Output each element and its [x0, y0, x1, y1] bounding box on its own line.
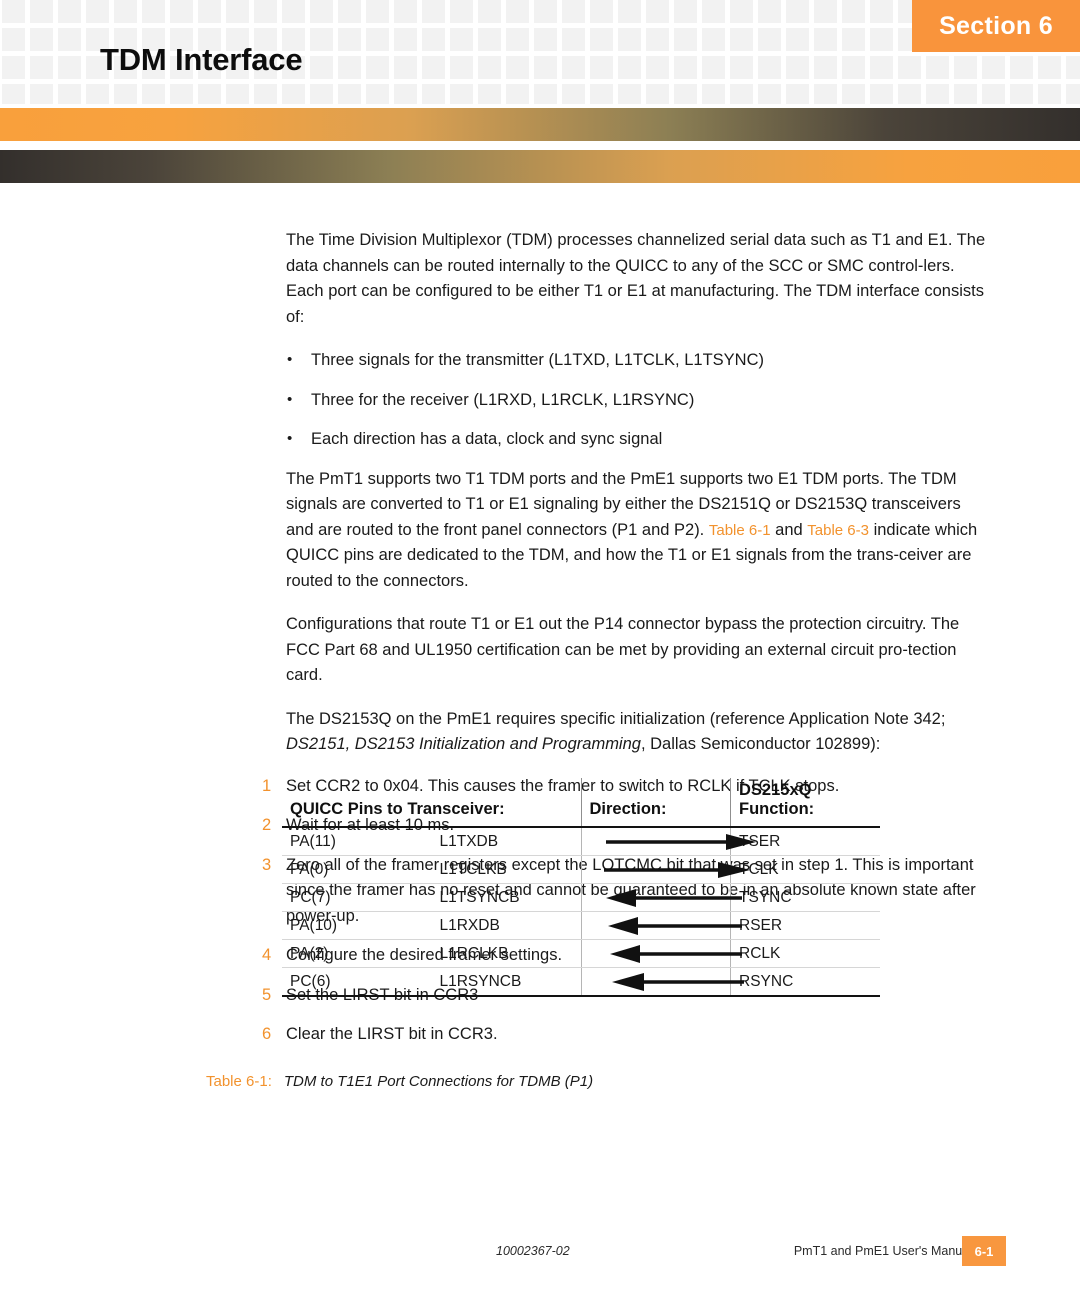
intro-paragraph: The Time Division Multiplexor (TDM) proc… — [286, 231, 986, 326]
step-number: 3 — [262, 855, 272, 874]
cell-pin: PA(0) — [282, 855, 432, 884]
cell-signal: L1RCLKB — [431, 939, 581, 968]
footer-page-number: 6-1 — [962, 1236, 1006, 1266]
step-number: 4 — [262, 946, 272, 964]
section-badge: Section 6 — [912, 0, 1080, 52]
step-number: 6 — [262, 1025, 272, 1043]
footer-document-number: 10002367-02 — [496, 1244, 570, 1258]
table-row: PA(0) L1TCLKB TCLK — [282, 855, 880, 884]
step-number: 2 — [262, 816, 272, 834]
cell-signal: L1TSYNCB — [431, 883, 581, 912]
table-header-row: QUICC Pins to Transceiver: Direction: DS… — [282, 778, 880, 828]
cell-pin: PC(6) — [282, 967, 432, 997]
table-row: PA(11) L1TXDB TSER — [282, 827, 880, 856]
initialization-text-a: The DS2153Q on the PmE1 requires specifi… — [286, 709, 946, 728]
page-title: TDM Interface — [100, 42, 303, 77]
arrow-right-icon — [590, 832, 756, 852]
tdm-port-connections-table: QUICC Pins to Transceiver: Direction: DS… — [282, 778, 880, 997]
table-6-3-crossref-link[interactable]: Table 6-3 — [807, 522, 869, 539]
cell-direction — [580, 911, 742, 940]
footer-manual-title: PmT1 and PmE1 User's Manual — [793, 1244, 972, 1258]
appnote-title-italic: DS2151, DS2153 Initialization and Progra… — [286, 735, 641, 753]
arrow-left-icon — [590, 916, 742, 936]
column-header-function: DS215xQ Function: — [730, 778, 880, 828]
cell-direction — [580, 967, 744, 997]
cell-direction — [580, 855, 750, 884]
table-caption: Table 6-1: TDM to T1E1 Port Connections f… — [0, 1062, 1080, 1100]
table-body: PA(11) L1TXDB TSER PA(0) L1TCLKB TCLK PC… — [282, 827, 880, 997]
column-header-quicc-pins: QUICC Pins to Transceiver: — [282, 778, 581, 828]
table-6-1-crossref-link[interactable]: Table 6-1 — [709, 522, 771, 539]
table-caption-label: Table 6-1: — [206, 1072, 272, 1090]
list-item: Three for the receiver (L1RXD, L1RCLK, L… — [0, 387, 1080, 414]
table-row: PA(2) L1RCLKB RCLK — [282, 939, 880, 968]
tdm-signals-bullet-list: Three signals for the transmitter (L1TXD… — [0, 347, 1080, 453]
initialization-text-b: , Dallas Semiconductor 102899): — [640, 735, 881, 753]
table-caption-title: TDM to T1E1 Port Connections for TDMB (P… — [283, 1072, 594, 1090]
page-footer: 10002367-02 PmT1 and PmE1 User's Manual … — [0, 1236, 1080, 1270]
ports-paragraph-conjunction: and — [770, 520, 808, 539]
header-gradient-bar-top — [0, 108, 1080, 141]
arrow-left-icon — [590, 888, 742, 908]
list-item: 6 Clear the LIRST bit in CCR3. — [0, 1022, 1080, 1048]
step-number: 5 — [262, 985, 272, 1004]
arrow-left-icon — [590, 972, 744, 992]
table-head: QUICC Pins to Transceiver: Direction: DS… — [282, 778, 880, 828]
cell-pin: PC(7) — [282, 883, 432, 912]
table-row: PC(7) L1TSYNCB TSYNC — [282, 883, 880, 912]
list-item: Each direction has a data, clock and syn… — [0, 426, 1080, 453]
protection-circuitry-paragraph: Configurations that route T1 or E1 out t… — [286, 615, 960, 684]
cell-pin: PA(11) — [282, 827, 432, 856]
cell-direction — [580, 827, 756, 856]
cell-direction — [580, 939, 742, 968]
cell-pin: PA(2) — [282, 939, 432, 968]
cell-signal: L1RSYNCB — [431, 967, 581, 997]
cell-signal: L1TCLKB — [431, 855, 581, 884]
page-header: Section 6 TDM Interface — [0, 0, 1080, 104]
arrow-left-icon — [590, 944, 742, 964]
cell-signal: L1RXDB — [431, 911, 581, 940]
cell-direction — [580, 883, 742, 912]
ports-paragraph: The PmT1 supports two T1 TDM ports and t… — [0, 467, 1080, 595]
header-gradient-bar-bottom — [0, 150, 1080, 183]
column-header-direction: Direction: — [580, 778, 731, 828]
table-row: PC(6) L1RSYNCB RSYNC — [282, 967, 880, 997]
table-row: PA(10) L1RXDB RSER — [282, 911, 880, 940]
list-item: Three signals for the transmitter (L1TXD… — [0, 347, 1080, 374]
cell-signal: L1TXDB — [431, 827, 581, 856]
initialization-paragraph: The DS2153Q on the PmE1 requires specifi… — [0, 707, 1080, 758]
step-number: 1 — [262, 776, 272, 795]
step-text: Clear the LIRST bit in CCR3. — [286, 1025, 498, 1043]
cell-pin: PA(10) — [282, 911, 432, 940]
arrow-right-icon — [590, 860, 750, 880]
